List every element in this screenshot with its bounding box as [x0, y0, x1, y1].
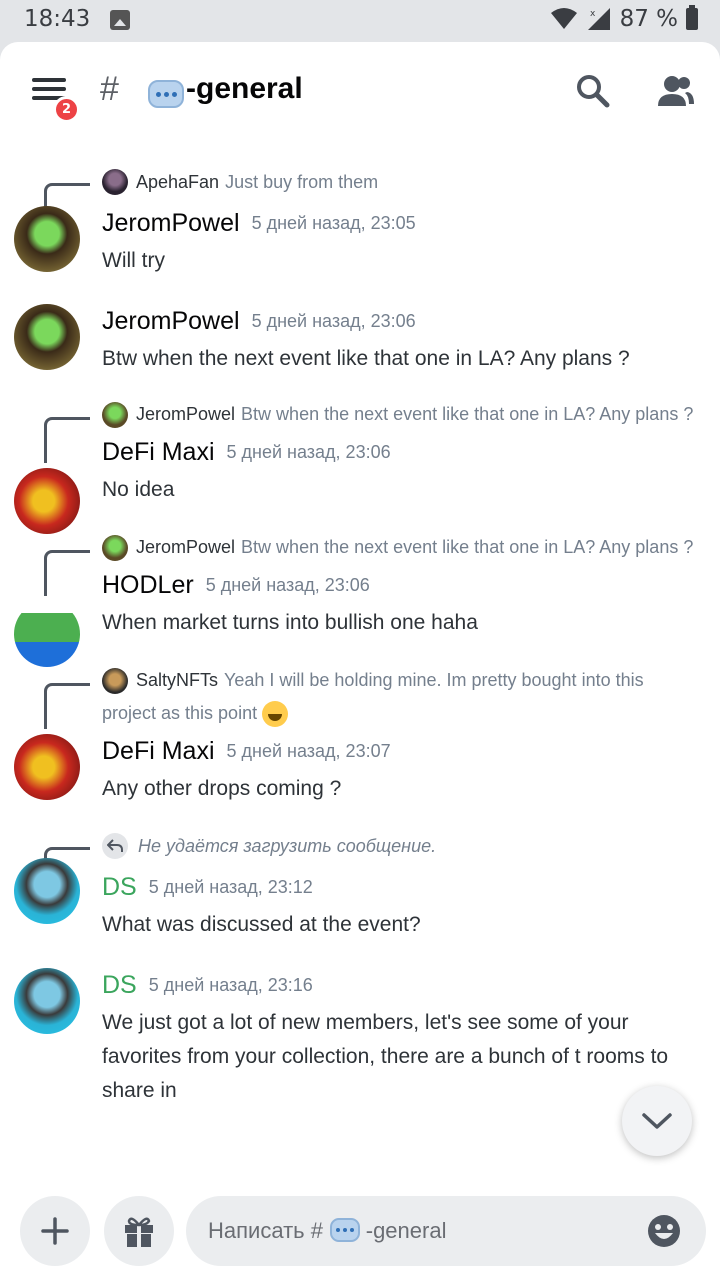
app-window: 2 # -general ApehaFan Just buy from them… — [0, 42, 720, 1280]
status-right: x 87 % — [550, 5, 698, 32]
message-timestamp: 5 дней назад, 23:06 — [226, 441, 391, 462]
reply-author[interactable]: JeromPowel — [136, 404, 235, 424]
reply-text: Btw when the next event like that one in… — [241, 537, 694, 557]
search-icon[interactable] — [576, 74, 610, 108]
message[interactable]: ApehaFan Just buy from them JeromPowel 5… — [0, 162, 720, 278]
channel-header: 2 # -general — [0, 42, 720, 142]
battery-icon — [686, 5, 698, 30]
message-input[interactable] — [208, 1196, 628, 1266]
message-content: No idea — [102, 478, 175, 501]
message-input-container — [186, 1196, 706, 1266]
reply-connector — [44, 683, 90, 729]
message-timestamp: 5 дней назад, 23:06 — [205, 574, 370, 595]
reply-arrow-icon — [102, 833, 128, 859]
reply-reference[interactable]: ApehaFan Just buy from them — [44, 162, 700, 213]
add-attachment-button[interactable] — [20, 1196, 90, 1266]
message[interactable]: SaltyNFTs Yeah I will be holding mine. Im… — [0, 662, 720, 806]
plus-icon — [41, 1217, 69, 1245]
avatar[interactable] — [102, 668, 128, 695]
battery-percent: 87 % — [619, 6, 678, 32]
reply-reference[interactable]: SaltyNFTs Yeah I will be holding mine. Im… — [44, 662, 700, 730]
reply-author[interactable]: JeromPowel — [136, 537, 235, 557]
message-author[interactable]: DS — [102, 971, 137, 1000]
jump-to-bottom-button[interactable] — [622, 1086, 692, 1156]
reply-author[interactable]: SaltyNFTs — [136, 670, 218, 690]
svg-text:x: x — [590, 9, 596, 19]
notification-badge: 2 — [53, 96, 80, 123]
message-author[interactable]: DeFi Maxi — [102, 737, 215, 766]
message-timestamp: 5 дней назад, 23:06 — [251, 310, 416, 331]
message[interactable]: JeromPowel 5 дней назад, 23:06 Btw when … — [0, 300, 720, 376]
message-author[interactable]: HODLer — [102, 571, 194, 600]
avatar[interactable] — [102, 535, 128, 562]
message-header: DS 5 дней назад, 23:12 — [102, 866, 700, 908]
channel-name[interactable]: -general — [186, 72, 303, 106]
message-content: Will try — [102, 249, 165, 272]
avatar[interactable] — [14, 206, 80, 272]
status-time: 18:43 — [24, 6, 91, 32]
message-list[interactable]: ApehaFan Just buy from them JeromPowel 5… — [0, 142, 720, 1182]
gift-button[interactable] — [104, 1196, 174, 1266]
reply-text: Btw when the next event like that one in… — [241, 404, 694, 424]
speech-bubble-icon — [148, 80, 184, 108]
speech-bubble-icon — [330, 1218, 360, 1242]
reply-text: Just buy from them — [225, 171, 379, 192]
wifi-icon — [550, 8, 577, 29]
message-content: When market turns into bullish one haha — [102, 611, 478, 634]
reply-connector — [44, 550, 90, 596]
message-timestamp: 5 дней назад, 23:05 — [251, 212, 416, 233]
tears-of-joy-icon — [262, 701, 289, 728]
reply-author[interactable]: ApehaFan — [136, 172, 219, 193]
avatar[interactable] — [14, 601, 80, 667]
message-timestamp: 5 дней назад, 23:07 — [226, 740, 391, 761]
reply-reference: Не удаётся загрузить сообщение. — [44, 826, 700, 869]
message-header: HODLer 5 дней назад, 23:06 — [102, 564, 700, 606]
reply-connector — [44, 417, 90, 463]
message-composer — [0, 1182, 720, 1280]
reply-reference[interactable]: JeromPowel Btw when the next event like t… — [44, 396, 700, 463]
message-timestamp: 5 дней назад, 23:16 — [148, 974, 313, 995]
message[interactable]: JeromPowel Btw when the next event like t… — [0, 396, 720, 534]
chevron-down-icon — [642, 1113, 672, 1129]
message-author[interactable]: DeFi Maxi — [102, 438, 215, 467]
status-bar: 18:43 x 87 % — [0, 0, 720, 42]
signal-icon: x — [587, 8, 610, 30]
message-header: DeFi Maxi 5 дней назад, 23:06 — [102, 431, 700, 473]
message-author[interactable]: DS — [102, 873, 137, 902]
avatar[interactable] — [14, 304, 80, 370]
message-header: JeromPowel 5 дней назад, 23:06 — [102, 300, 700, 342]
message-content: Btw when the next event like that one in… — [102, 347, 630, 370]
message-content: What was discussed at the event? — [102, 913, 421, 936]
reply-reference[interactable]: JeromPowel Btw when the next event like t… — [44, 529, 700, 596]
avatar[interactable] — [102, 402, 128, 429]
avatar[interactable] — [14, 858, 80, 924]
reply-failed-text: Не удаётся загрузить сообщение. — [138, 835, 437, 856]
message-header: DeFi Maxi 5 дней назад, 23:07 — [102, 730, 700, 772]
avatar[interactable] — [102, 169, 128, 195]
gift-icon — [125, 1217, 153, 1247]
message[interactable]: DS 5 дней назад, 23:16 We just got a lot… — [0, 964, 720, 1108]
message-header: JeromPowel 5 дней назад, 23:05 — [102, 202, 700, 244]
members-icon[interactable] — [656, 74, 696, 108]
message-author[interactable]: JeromPowel — [102, 307, 240, 336]
message-content: We just got a lot of new members, let's … — [102, 1011, 669, 1102]
message[interactable]: Не удаётся загрузить сообщение. DS 5 дне… — [0, 826, 720, 942]
avatar[interactable] — [14, 468, 80, 534]
channel-hash: # — [100, 70, 119, 108]
image-notification-icon — [110, 10, 130, 30]
avatar[interactable] — [14, 968, 80, 1034]
message-timestamp: 5 дней назад, 23:12 — [148, 876, 313, 897]
message-content: Any other drops coming ? — [102, 777, 342, 800]
message-header: DS 5 дней назад, 23:16 — [102, 964, 700, 1006]
message-author[interactable]: JeromPowel — [102, 209, 240, 238]
avatar[interactable] — [14, 734, 80, 800]
emoji-icon[interactable] — [646, 1213, 682, 1249]
message[interactable]: JeromPowel Btw when the next event like t… — [0, 529, 720, 667]
